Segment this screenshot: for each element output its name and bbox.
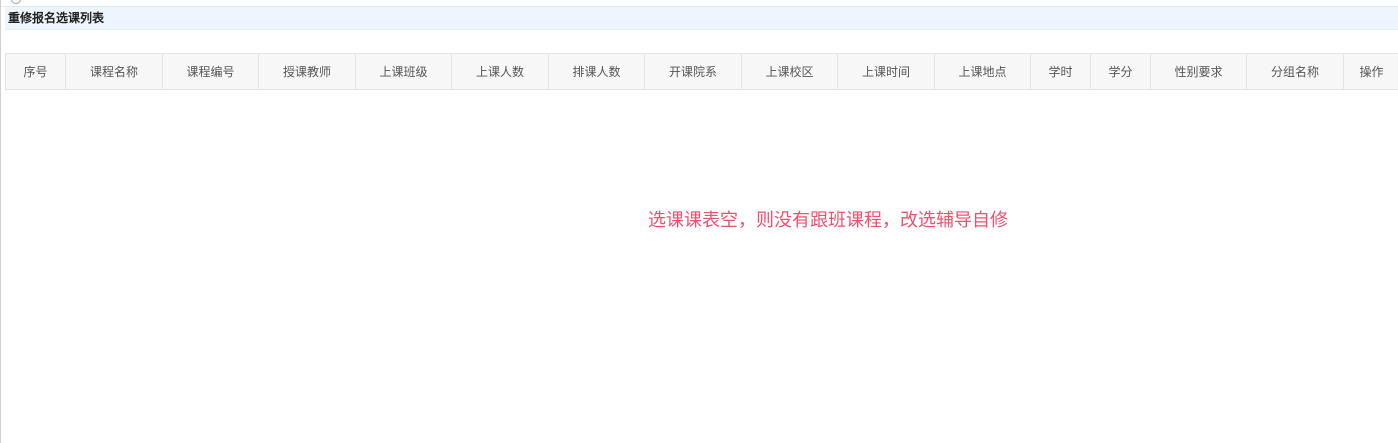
column-header-credits[interactable]: 学分 xyxy=(1090,53,1151,90)
page: 重修报名选课列表 序号 课程名称 课程编号 授课教师 上课班级 上课人数 排课人… xyxy=(0,0,1398,443)
column-header-teacher[interactable]: 授课教师 xyxy=(258,53,356,90)
empty-table-message: 选课课表空，则没有跟班课程，改选辅导自修 xyxy=(648,210,1008,231)
column-header-department[interactable]: 开课院系 xyxy=(644,53,742,90)
panel-header: 重修报名选课列表 xyxy=(5,7,1398,30)
column-header-course-code[interactable]: 课程编号 xyxy=(162,53,259,90)
column-header-campus[interactable]: 上课校区 xyxy=(741,53,838,90)
column-header-hours[interactable]: 学时 xyxy=(1030,53,1091,90)
column-header-course-name[interactable]: 课程名称 xyxy=(65,53,163,90)
column-header-class[interactable]: 上课班级 xyxy=(355,53,452,90)
column-header-scheduled-size[interactable]: 排课人数 xyxy=(548,53,645,90)
column-header-index[interactable]: 序号 xyxy=(5,53,66,90)
course-table-grid: 序号 课程名称 课程编号 授课教师 上课班级 上课人数 排课人数 开课院系 上课… xyxy=(5,53,1398,90)
column-header-group-name[interactable]: 分组名称 xyxy=(1246,53,1344,90)
column-header-location[interactable]: 上课地点 xyxy=(934,53,1031,90)
top-strip xyxy=(1,0,1398,7)
column-header-class-size[interactable]: 上课人数 xyxy=(451,53,549,90)
column-header-actions[interactable]: 操作 xyxy=(1343,53,1398,90)
column-header-time[interactable]: 上课时间 xyxy=(837,53,935,90)
panel-collapse-icon[interactable] xyxy=(11,0,21,4)
column-header-gender-requirement[interactable]: 性别要求 xyxy=(1150,53,1247,90)
course-table: 序号 课程名称 课程编号 授课教师 上课班级 上课人数 排课人数 开课院系 上课… xyxy=(5,53,1398,90)
panel-title: 重修报名选课列表 xyxy=(8,11,105,25)
table-header-row: 序号 课程名称 课程编号 授课教师 上课班级 上课人数 排课人数 开课院系 上课… xyxy=(5,53,1398,90)
